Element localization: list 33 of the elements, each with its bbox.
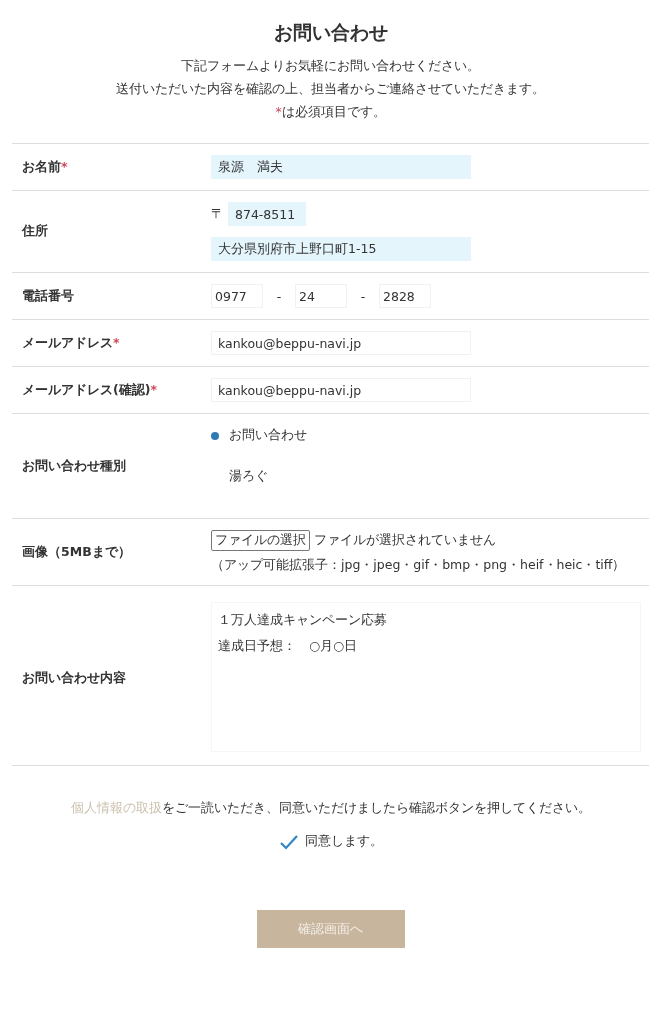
field-label: 住所	[22, 223, 49, 240]
phone-separator: -	[359, 288, 367, 304]
field-label: メールアドレス(確認)*	[22, 381, 158, 399]
agree-label: 同意します。	[304, 833, 383, 850]
intro-text: 送付いただいた内容を確認の上、担当者からご連絡させていただきます。	[116, 81, 545, 98]
file-status: ファイルが選択されていません	[314, 532, 496, 549]
phone-field[interactable]: 0977	[211, 284, 263, 308]
address-field[interactable]: 大分県別府市上野口町1-15	[211, 237, 471, 261]
field-label: 電話番号	[22, 287, 75, 305]
radio-option[interactable]: 湯ろぐ	[211, 468, 268, 485]
message-field[interactable]: １万人達成キャンペーン応募 達成日予想： ○月○日	[211, 602, 641, 752]
text-field[interactable]: kankou@beppu-navi.jp	[211, 378, 471, 402]
intro-text: 下記フォームよりお気軽にお問い合わせください。	[181, 58, 480, 75]
page-title: お問い合わせ	[272, 20, 389, 45]
field-label: お問い合わせ種別	[22, 457, 127, 475]
postal-mark: 〒	[211, 205, 224, 223]
phone-field[interactable]: 24	[295, 284, 347, 308]
checkmark-icon	[278, 833, 299, 850]
phone-field[interactable]: 2828	[379, 284, 431, 308]
choose-file-button[interactable]: ファイルの選択	[211, 530, 310, 551]
field-label: お問い合わせ内容	[22, 670, 127, 687]
field-label: 画像（5MBまで）	[22, 543, 132, 561]
field-label: メールアドレス*	[22, 334, 121, 352]
required-note: *は必須項目です。	[275, 104, 386, 121]
field-label: お名前*	[22, 158, 69, 176]
text-field[interactable]: 泉源 満夫	[211, 155, 471, 179]
zip-field[interactable]: 874-8511	[228, 202, 306, 226]
phone-separator: -	[275, 288, 283, 304]
consent-text: 個人情報の取扱をご一読いただき、同意いただけましたら確認ボタンを押してください。	[69, 800, 592, 817]
radio-option[interactable]: お問い合わせ	[211, 427, 307, 444]
text-field[interactable]: kankou@beppu-navi.jp	[211, 331, 471, 355]
file-hint: （アップ可能拡張子：jpg・jpeg・gif・bmp・png・heif・heic・tiff）	[211, 557, 627, 574]
agree-checkbox[interactable]	[278, 833, 299, 850]
